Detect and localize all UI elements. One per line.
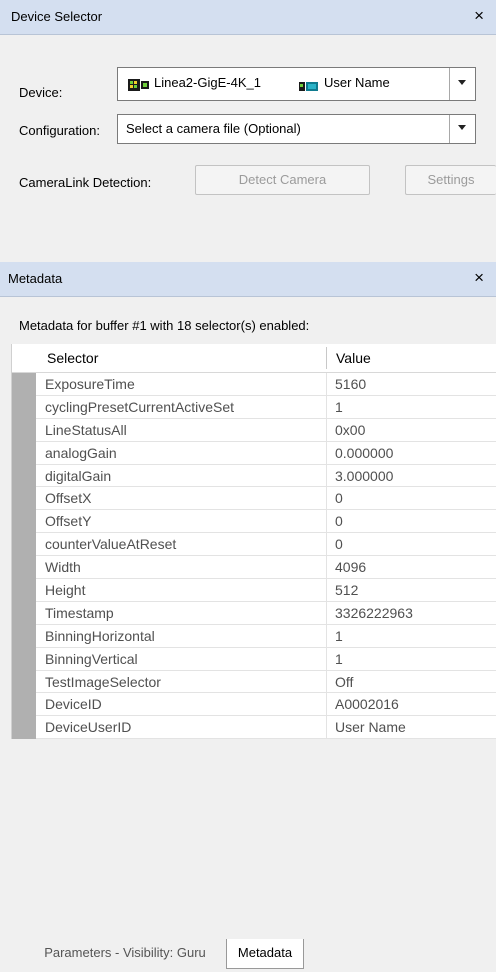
selector-cell: OffsetX (45, 490, 92, 507)
device-icon (128, 78, 150, 95)
cell-divider (326, 373, 327, 395)
cell-divider (326, 693, 327, 716)
device-name: Linea2-GigE-4K_1 (154, 75, 261, 90)
settings-button[interactable]: Settings (405, 165, 496, 195)
chevron-down-icon (458, 125, 466, 130)
grid-header: Selector Value (12, 344, 496, 373)
column-divider[interactable] (326, 347, 327, 369)
table-row[interactable]: TestImageSelector Off (36, 670, 496, 694)
column-header-selector[interactable]: Selector (47, 350, 98, 366)
value-cell: 0x00 (335, 421, 366, 438)
bottom-tab-bar: Parameters - Visibility: Guru Metadata (0, 939, 496, 972)
value-cell: 1 (335, 627, 343, 644)
tab-metadata[interactable]: Metadata (226, 939, 304, 969)
value-cell: 0 (335, 490, 343, 507)
cell-divider (326, 670, 327, 693)
selector-cell: digitalGain (45, 467, 112, 484)
configuration-dropdown[interactable]: Select a camera file (Optional) (117, 114, 476, 144)
tab-parameters[interactable]: Parameters - Visibility: Guru (24, 939, 226, 969)
configuration-value: Select a camera file (Optional) (126, 121, 301, 136)
cell-divider (326, 716, 327, 739)
device-user-name: User Name (324, 75, 390, 90)
value-cell: 0 (335, 536, 343, 553)
value-cell: A0002016 (335, 696, 399, 713)
selector-cell: OffsetY (45, 513, 92, 530)
table-row[interactable]: BinningHorizontal 1 (36, 624, 496, 648)
metadata-grid: Selector Value ExposureTime 5160 cyclingPr… (11, 344, 496, 739)
device-label: Device: (19, 85, 63, 100)
table-row[interactable]: ExposureTime 5160 (36, 373, 496, 396)
selector-cell: Timestamp (45, 604, 114, 621)
table-row[interactable]: analogGain 0.000000 (36, 441, 496, 465)
selector-cell: cyclingPresetCurrentActiveSet (45, 398, 235, 415)
selector-cell: counterValueAtReset (45, 536, 177, 553)
cell-divider (326, 464, 327, 487)
cell-divider (326, 510, 327, 533)
metadata-summary: Metadata for buffer #1 with 18 selector(… (19, 318, 310, 333)
value-cell: 3326222963 (335, 604, 413, 621)
cameralink-detection-label: CameraLink Detection: (19, 175, 152, 190)
table-row[interactable]: digitalGain 3.000000 (36, 464, 496, 488)
column-header-value[interactable]: Value (336, 350, 371, 366)
selector-cell: Width (45, 559, 81, 576)
configuration-dropdown-arrow[interactable] (449, 115, 475, 143)
row-header-strip (12, 373, 36, 739)
table-row[interactable]: cyclingPresetCurrentActiveSet 1 (36, 395, 496, 419)
value-cell: 1 (335, 398, 343, 415)
value-cell: 3.000000 (335, 467, 394, 484)
value-cell: Off (335, 673, 354, 690)
device-dropdown-arrow[interactable] (449, 68, 475, 100)
value-cell: 5160 (335, 376, 367, 392)
detect-camera-button[interactable]: Detect Camera (195, 165, 370, 195)
device-selector-close-icon[interactable]: × (474, 6, 484, 26)
cell-divider (326, 533, 327, 556)
table-row[interactable]: OffsetX 0 (36, 487, 496, 511)
chevron-down-icon (458, 80, 466, 85)
selector-cell: TestImageSelector (45, 673, 161, 690)
cell-divider (326, 624, 327, 647)
selector-cell: DeviceID (45, 696, 102, 713)
table-row[interactable]: DeviceUserID User Name (36, 716, 496, 739)
value-cell: 0.000000 (335, 444, 394, 461)
device-dropdown[interactable]: Linea2-GigE-4K_1 User Name (117, 67, 476, 101)
metadata-close-icon[interactable]: × (474, 268, 484, 288)
value-cell: 512 (335, 582, 359, 599)
value-cell: 1 (335, 650, 343, 667)
selector-cell: BinningVertical (45, 650, 138, 667)
device-selector-title: Device Selector (11, 9, 103, 24)
selector-cell: Height (45, 582, 86, 599)
cell-divider (326, 395, 327, 418)
metadata-header: Metadata × (0, 262, 496, 297)
table-row[interactable]: LineStatusAll 0x00 (36, 418, 496, 442)
cell-divider (326, 418, 327, 441)
value-cell: 0 (335, 513, 343, 530)
selector-cell: analogGain (45, 444, 117, 461)
selector-cell: BinningHorizontal (45, 627, 155, 644)
metadata-title: Metadata (8, 271, 63, 286)
selector-cell: ExposureTime (45, 376, 135, 392)
selector-cell: DeviceUserID (45, 719, 132, 736)
configuration-label: Configuration: (19, 123, 100, 138)
table-row[interactable]: Timestamp 3326222963 (36, 601, 496, 625)
cell-divider (326, 579, 327, 601)
table-row[interactable]: Width 4096 (36, 556, 496, 580)
cell-divider (326, 556, 327, 579)
user-icon (299, 79, 319, 96)
value-cell: User Name (335, 719, 406, 736)
table-row[interactable]: BinningVertical 1 (36, 647, 496, 671)
selector-cell: LineStatusAll (45, 421, 127, 438)
table-row[interactable]: Height 512 (36, 579, 496, 602)
grid-rows: ExposureTime 5160 cyclingPresetCurrentActi… (36, 373, 496, 739)
cell-divider (326, 441, 327, 464)
value-cell: 4096 (335, 559, 367, 576)
table-row[interactable]: counterValueAtReset 0 (36, 533, 496, 557)
table-row[interactable]: DeviceID A0002016 (36, 693, 496, 717)
device-selector-header: Device Selector × (0, 0, 496, 35)
cell-divider (326, 487, 327, 510)
cell-divider (326, 601, 327, 624)
table-row[interactable]: OffsetY 0 (36, 510, 496, 534)
cell-divider (326, 647, 327, 670)
